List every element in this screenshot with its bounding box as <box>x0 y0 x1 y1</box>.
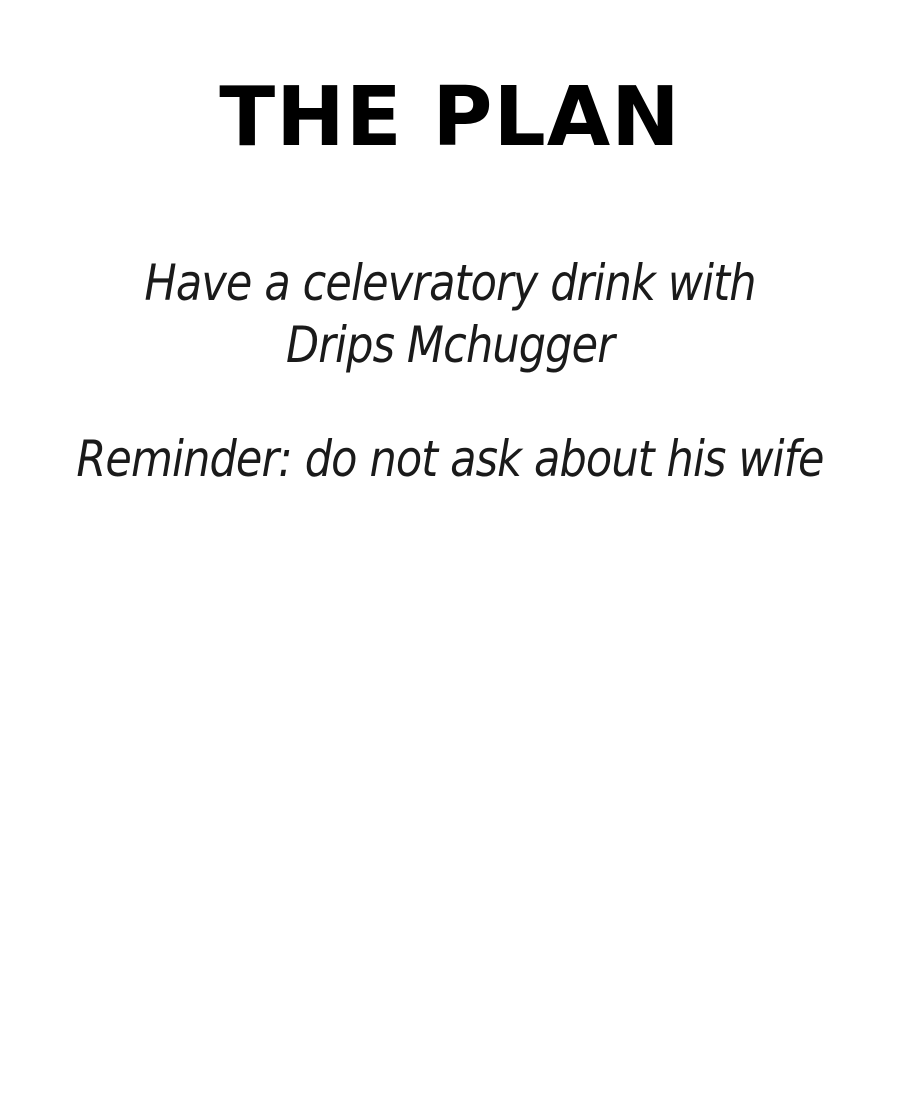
note-line: Have a celevratory drink with <box>144 254 756 312</box>
note-line: Drips Mchugger <box>285 316 615 374</box>
plan-note-drink: Have a celevratory drink with Drips Mchu… <box>63 252 837 376</box>
plan-note-reminder: Reminder: do not ask about his wife <box>63 428 837 490</box>
page-title: THE PLAN <box>219 70 681 165</box>
note-line: Reminder: do not ask about his wife <box>76 430 824 488</box>
page: { "title": "THE PLAN", "notes": [ { "lin… <box>0 0 900 1115</box>
